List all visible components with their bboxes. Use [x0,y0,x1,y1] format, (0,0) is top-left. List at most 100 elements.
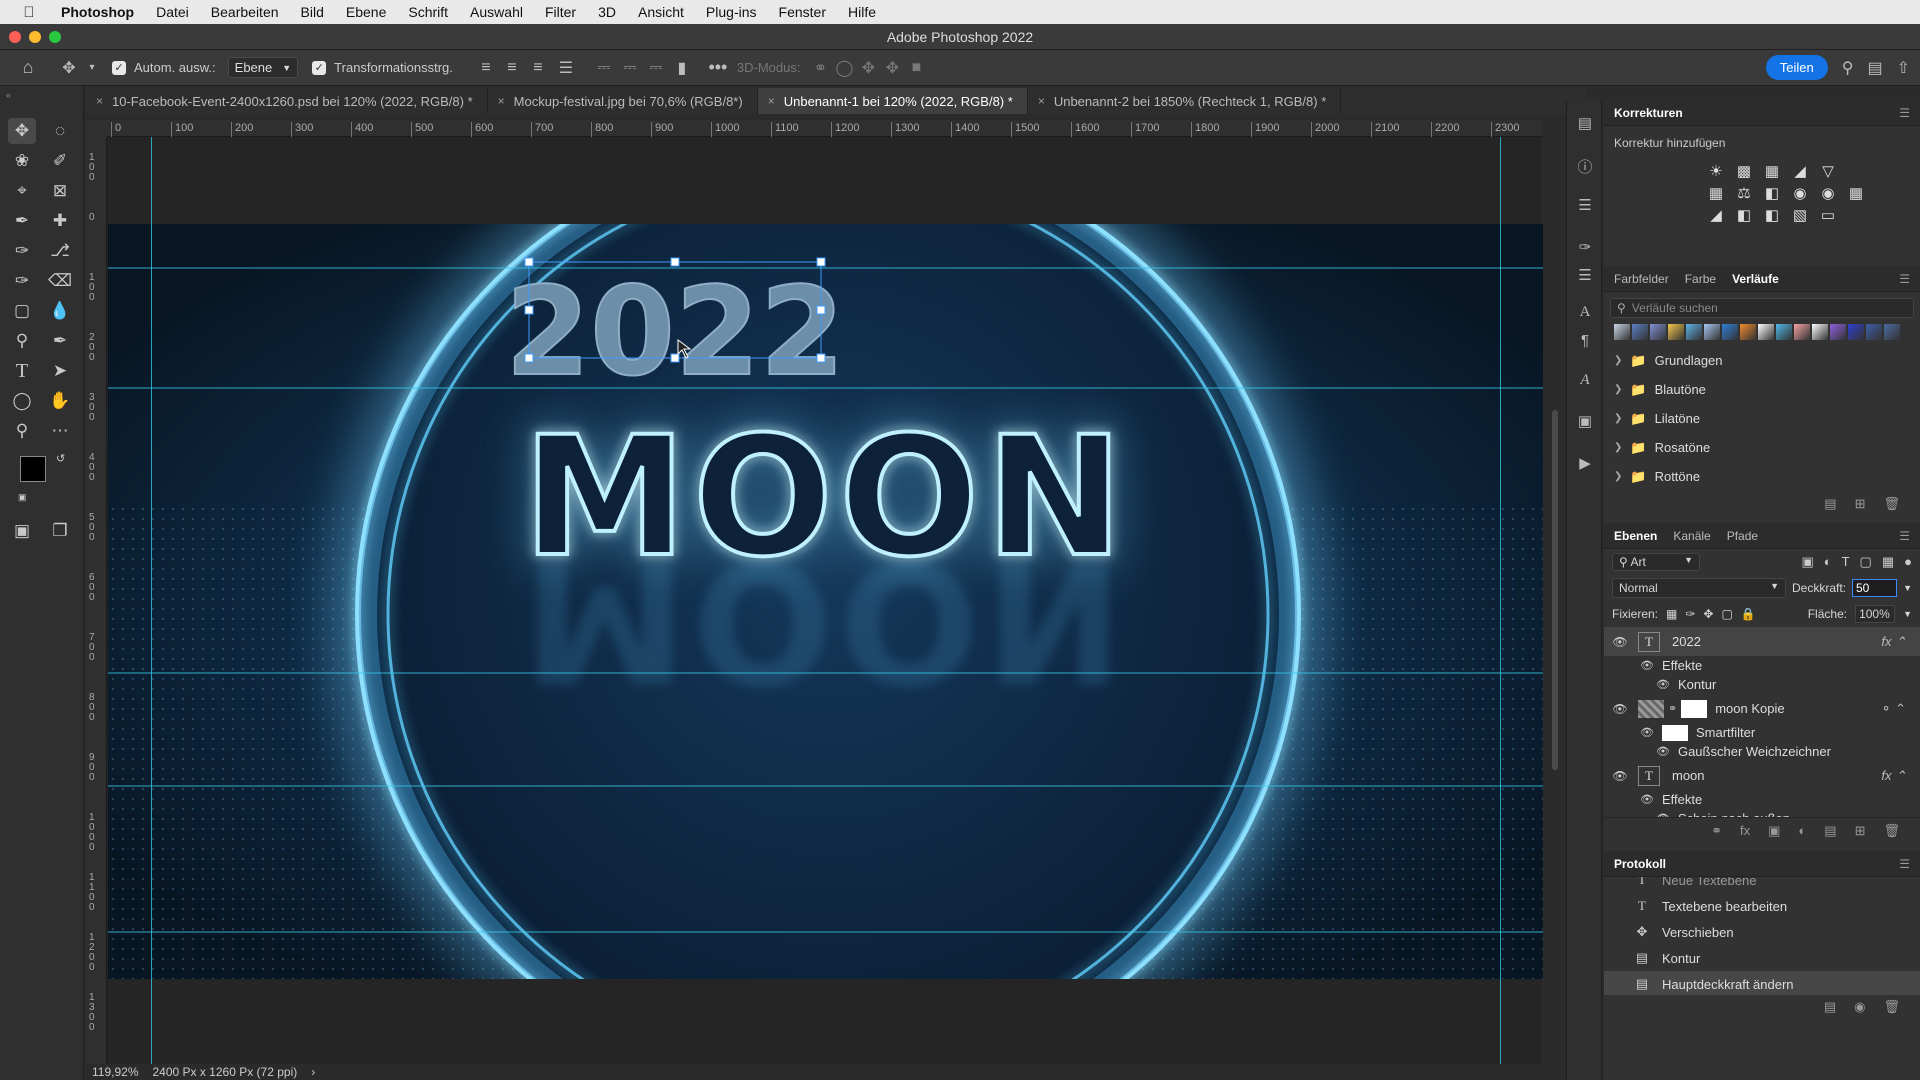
crop-tool-icon[interactable]: ⌖ [8,178,36,204]
exposure-icon[interactable]: ◢ [1788,162,1812,180]
photo-filter-icon[interactable]: ◉ [1788,184,1812,202]
properties-icon[interactable]: ☰ [1575,196,1595,216]
gradient-swatch[interactable] [1740,324,1756,340]
lock-transparency-icon[interactable]: ▦ [1666,607,1677,621]
hand-tool-icon[interactable]: ✋ [46,388,74,414]
gradient-swatch[interactable] [1884,324,1900,340]
curves-icon[interactable]: ▦ [1760,162,1784,180]
swap-colors-icon[interactable]: ↺ [56,452,65,465]
filter-mask-thumbnail[interactable] [1681,699,1708,718]
vibrance-icon[interactable]: ▽ [1816,162,1840,180]
effect-visibility-icon[interactable]: 👁 [1640,726,1654,739]
align-middle-icon[interactable]: ⎓ [617,59,643,77]
eraser-tool-icon[interactable]: ⌫ [46,268,74,294]
tab-unbenannt-2[interactable]: × Unbenannt-2 bei 1850% (Rechteck 1, RGB/… [1028,88,1342,114]
vertical-scrollbar[interactable] [1552,410,1558,770]
align-top-icon[interactable]: ⎓ [591,59,617,77]
menu-bearbeiten[interactable]: Bearbeiten [200,4,290,20]
layer-row[interactable]: 👁 T 2022 fx ⌃ [1604,627,1920,656]
collapse-arrows-icon[interactable]: « [6,90,11,100]
opacity-input[interactable]: 50 [1852,579,1898,597]
panel-menu-icon[interactable]: ☰ [1899,857,1910,871]
vertical-guide-right[interactable] [1500,137,1501,1064]
marquee-tool-icon[interactable]: ◌ [46,118,74,144]
menu-plugins[interactable]: Plug-ins [695,4,768,20]
gradient-swatch[interactable] [1722,324,1738,340]
tab-kanaele[interactable]: Kanäle [1673,529,1710,543]
effect-visibility-icon[interactable]: 👁 [1640,793,1654,806]
black-white-icon[interactable]: ◧ [1760,184,1784,202]
transform-controls-checkbox[interactable]: ✓ [312,60,327,75]
menu-3d[interactable]: 3D [587,4,627,20]
year-2022-text[interactable]: 2022 [504,260,846,404]
effect-visibility-icon[interactable]: 👁 [1640,659,1654,672]
comments-icon[interactable]: ▤ [1575,114,1595,134]
status-menu-arrow[interactable]: › [311,1065,315,1079]
link-layers-icon[interactable]: ⚭ [1711,823,1722,839]
adjustment-layer-icon[interactable]: ◐ [1798,823,1806,838]
chain-link-icon[interactable]: ⚭ [1668,702,1677,715]
layer-filter-dropdown[interactable]: ⚲ Art ▼ [1612,553,1700,571]
paragraph-icon[interactable]: ¶ [1575,332,1595,352]
slide-3d-icon[interactable]: ✥ [880,58,904,78]
minimize-window-button[interactable] [29,31,41,43]
gradient-swatch[interactable] [1758,324,1774,340]
panel-menu-icon[interactable]: ☰ [1899,272,1910,286]
chevron-right-icon[interactable]: ❯ [1614,471,1622,482]
home-icon[interactable]: ⌂ [0,57,56,78]
opacity-chevron-icon[interactable]: ▼ [1903,583,1912,593]
visibility-eye-icon[interactable]: 👁 [1612,702,1628,716]
layer-effect-item[interactable]: 👁 Kontur [1604,675,1920,694]
color-lookup-icon[interactable]: ▦ [1844,184,1868,202]
gradient-swatch[interactable] [1812,324,1828,340]
chevron-right-icon[interactable]: ❯ [1614,384,1622,395]
effect-visibility-icon[interactable]: 👁 [1656,812,1670,817]
hue-saturation-icon[interactable]: ▦ [1704,184,1728,202]
close-tab-icon[interactable]: × [96,94,103,108]
menu-schrift[interactable]: Schrift [397,4,459,20]
distribute-icon[interactable]: ☰ [551,58,581,78]
filter-adjustment-icon[interactable]: ◐ [1824,554,1832,570]
tab-mockup-festival[interactable]: × Mockup-festival.jpg bei 70,6% (RGB/8*) [488,88,758,114]
add-mask-icon[interactable]: ▣ [1768,823,1780,839]
frame-tool-icon[interactable]: ⊠ [46,178,74,204]
layer-row[interactable]: 👁 Tmoon fx ⌃ [1604,761,1920,790]
share-button[interactable]: Teilen [1765,55,1828,80]
fx-icon[interactable]: fx [1740,823,1750,838]
stamp-tool-icon[interactable]: ⎇ [46,238,74,264]
gradient-swatch[interactable] [1794,324,1810,340]
new-layer-icon[interactable]: ⊞ [1855,823,1866,839]
menu-ebene[interactable]: Ebene [335,4,397,20]
quick-mask-icon[interactable]: ▣ [8,518,36,544]
chevron-right-icon[interactable]: ❯ [1614,442,1622,453]
posterize-icon[interactable]: ◧ [1732,206,1756,224]
tab-facebook-event[interactable]: × 10-Facebook-Event-2400x1260.psd bei 120… [86,88,488,114]
new-gradient-icon[interactable]: ⊞ [1855,496,1866,512]
align-center-icon[interactable]: ≡ [499,59,525,77]
visibility-eye-icon[interactable]: 👁 [1612,769,1628,783]
foreground-color-swatch[interactable] [20,456,46,482]
history-item[interactable]: T Textebene bearbeiten [1604,893,1920,919]
gradient-swatch[interactable] [1686,324,1702,340]
align-left-icon[interactable]: ≡ [473,59,499,77]
menu-app-name[interactable]: Photoshop [50,4,145,20]
path-select-tool-icon[interactable]: ➤ [46,358,74,384]
actions-play-icon[interactable]: ▶ [1575,454,1595,474]
gradient-folder-item[interactable]: ❯ 📁 Rottöne [1610,462,1914,491]
auto-select-target-dropdown[interactable]: Ebene ▼ [227,57,299,78]
tab-pfade[interactable]: Pfade [1727,529,1758,543]
type-tool-icon[interactable]: T [8,358,36,384]
blur-tool-icon[interactable]: 💧 [46,298,74,324]
gradient-swatch[interactable] [1830,324,1846,340]
zoom-window-button[interactable] [49,31,61,43]
gradient-swatch[interactable] [1668,324,1684,340]
pan-3d-icon[interactable]: ✥ [856,58,880,78]
default-colors-icon[interactable]: ▣ [18,492,27,503]
color-balance-icon[interactable]: ⚖ [1732,184,1756,202]
history-item[interactable]: ▤ Hauptdeckkraft ändern [1604,971,1920,995]
blend-mode-dropdown[interactable]: Normal ▼ [1612,578,1786,598]
gradient-swatch[interactable] [1704,324,1720,340]
tab-farbfelder[interactable]: Farbfelder [1614,272,1669,286]
video-camera-3d-icon[interactable]: ■ [904,59,928,77]
search-icon[interactable]: ⚲ [1842,58,1854,78]
